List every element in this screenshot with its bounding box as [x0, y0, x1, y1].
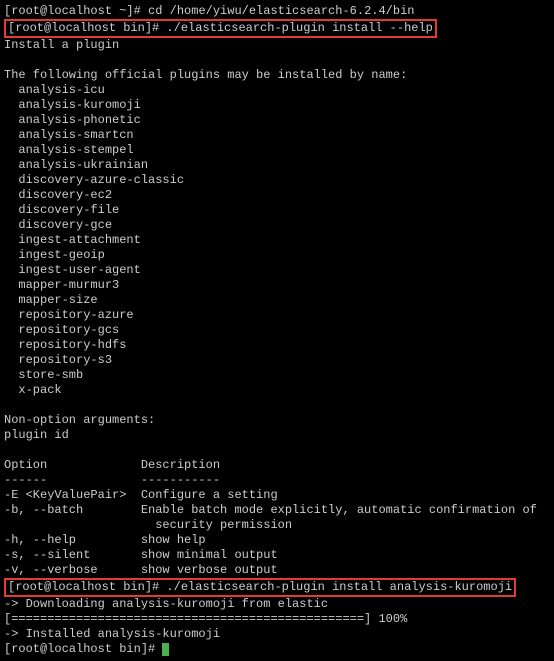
command-install: ./elasticsearch-plugin install analysis-…	[159, 580, 512, 594]
plugin-item: analysis-smartcn	[4, 128, 550, 143]
nonopt-header: Non-option arguments:	[4, 413, 550, 428]
plugin-item: store-smb	[4, 368, 550, 383]
plugin-item: repository-azure	[4, 308, 550, 323]
highlight-help-command: [root@localhost bin]# ./elasticsearch-pl…	[4, 19, 437, 38]
plugin-item: analysis-kuromoji	[4, 98, 550, 113]
command-cd: cd /home/yiwu/elasticsearch-6.2.4/bin	[148, 4, 414, 18]
plugin-item: ingest-user-agent	[4, 263, 550, 278]
option-row: -s, --silent show minimal output	[4, 548, 550, 563]
plugin-item: x-pack	[4, 383, 550, 398]
plugin-item: repository-hdfs	[4, 338, 550, 353]
nonopt-arg: plugin id	[4, 428, 550, 443]
plugin-item: discovery-ec2	[4, 188, 550, 203]
plugin-item: ingest-geoip	[4, 248, 550, 263]
download-status: -> Downloading analysis-kuromoji from el…	[4, 597, 550, 612]
progress-bar: [=======================================…	[4, 612, 550, 627]
plugin-item: analysis-icu	[4, 83, 550, 98]
option-row: -E <KeyValuePair> Configure a setting	[4, 488, 550, 503]
plugin-item: discovery-file	[4, 203, 550, 218]
plugin-item: discovery-azure-classic	[4, 173, 550, 188]
plugin-item: mapper-murmur3	[4, 278, 550, 293]
prompt: [root@localhost bin]#	[4, 642, 162, 656]
plugin-item: discovery-gce	[4, 218, 550, 233]
prompt: [root@localhost ~]#	[4, 4, 148, 18]
option-row: security permission	[4, 518, 550, 533]
plugin-item: analysis-ukrainian	[4, 158, 550, 173]
option-row: -h, --help show help	[4, 533, 550, 548]
highlight-install-command: [root@localhost bin]# ./elasticsearch-pl…	[4, 578, 516, 597]
option-row: -b, --batch Enable batch mode explicitly…	[4, 503, 550, 518]
installed-status: -> Installed analysis-kuromoji	[4, 627, 550, 642]
plugin-item: analysis-phonetic	[4, 113, 550, 128]
option-separator: ------ -----------	[4, 473, 550, 488]
install-title: Install a plugin	[4, 38, 550, 53]
plugin-item: mapper-size	[4, 293, 550, 308]
prompt: [root@localhost bin]#	[8, 21, 159, 35]
command-help: ./elasticsearch-plugin install --help	[159, 21, 433, 35]
prompt: [root@localhost bin]#	[8, 580, 159, 594]
plugin-item: repository-s3	[4, 353, 550, 368]
plugin-item: repository-gcs	[4, 323, 550, 338]
cursor[interactable]	[162, 643, 169, 656]
option-header: Option Description	[4, 458, 550, 473]
option-row: -v, --verbose show verbose output	[4, 563, 550, 578]
plugins-header: The following official plugins may be in…	[4, 68, 550, 83]
plugin-item: ingest-attachment	[4, 233, 550, 248]
plugin-item: analysis-stempel	[4, 143, 550, 158]
